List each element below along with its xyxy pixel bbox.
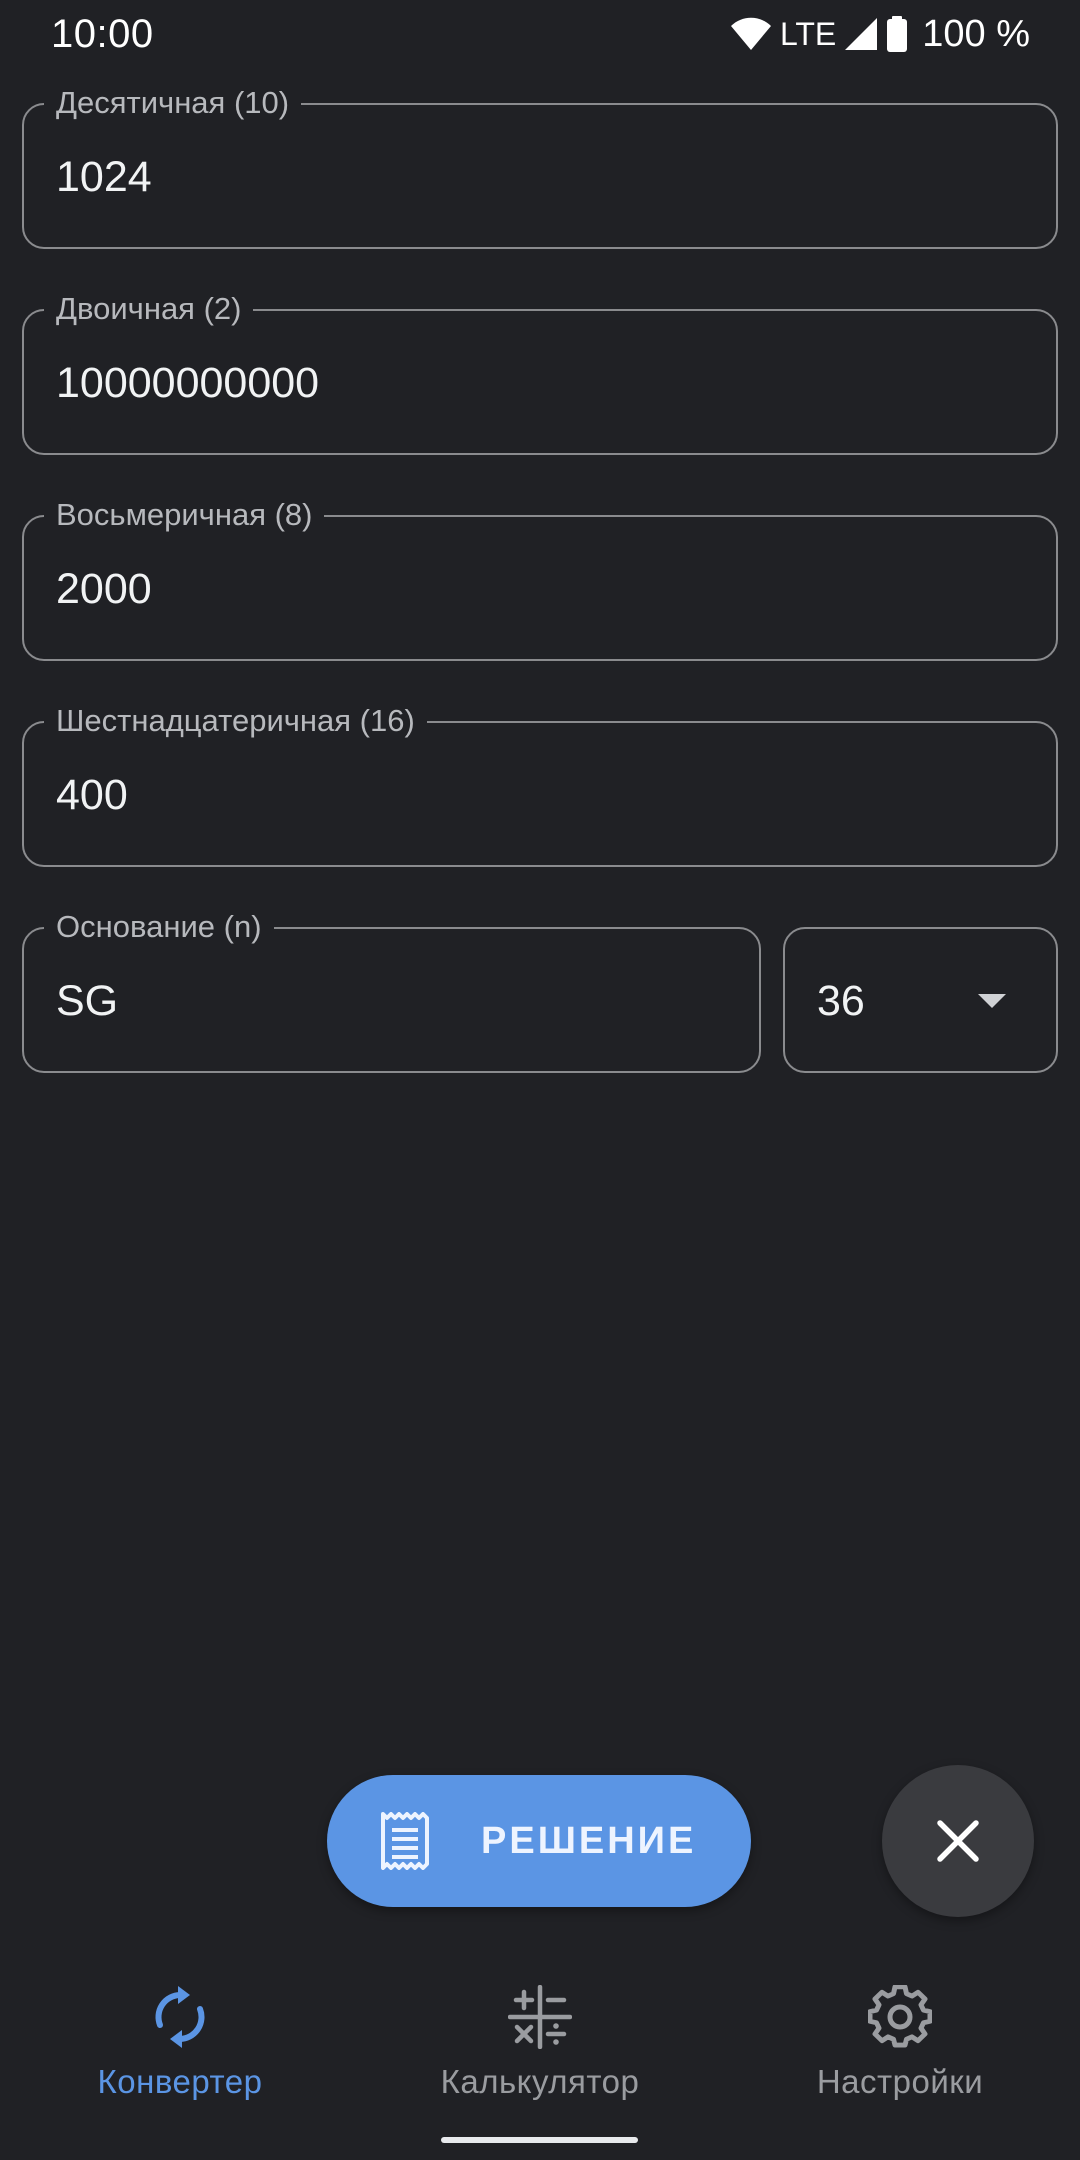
dropdown-arrow-icon — [978, 994, 1006, 1008]
receipt-icon — [381, 1812, 429, 1870]
decimal-field-label: Десятичная (10) — [44, 81, 302, 125]
status-bar: 10:00 LTE 100 % — [0, 0, 1080, 70]
octal-field-label: Восьмеричная (8) — [44, 493, 325, 537]
nav-label-converter: Конвертер — [97, 2063, 263, 2100]
close-icon — [937, 1820, 979, 1862]
solution-button[interactable]: РЕШЕНИЕ — [327, 1775, 751, 1907]
sync-icon — [155, 1986, 205, 2048]
bottom-navigation: Конвертер Калькулятор Настройки — [0, 1970, 1080, 2160]
nav-item-converter[interactable]: Конвертер — [0, 1970, 360, 2120]
cell-signal-icon — [845, 18, 878, 50]
octal-field[interactable]: Восьмеричная (8) 2000 — [22, 493, 1058, 661]
decimal-field[interactable]: Десятичная (10) 1024 — [22, 81, 1058, 249]
hex-input[interactable]: 400 — [56, 769, 128, 821]
nav-label-calculator: Калькулятор — [440, 2063, 640, 2100]
hex-field[interactable]: Шестнадцатеричная (16) 400 — [22, 699, 1058, 867]
wifi-icon — [730, 17, 771, 50]
solution-button-label: РЕШЕНИЕ — [481, 1819, 697, 1862]
custom-base-input[interactable]: SG — [56, 975, 118, 1027]
base-select[interactable]: 36 — [783, 927, 1058, 1073]
close-button[interactable] — [882, 1765, 1034, 1917]
base-select-value: 36 — [817, 977, 865, 1025]
settings-icon — [868, 1985, 932, 2048]
nav-item-settings[interactable]: Настройки — [720, 1970, 1080, 2120]
decimal-input[interactable]: 1024 — [56, 151, 152, 203]
gesture-navigation-bar[interactable] — [441, 2137, 638, 2143]
network-type: LTE — [779, 15, 837, 52]
hex-field-label: Шестнадцатеричная (16) — [44, 699, 427, 743]
binary-field[interactable]: Двоичная (2) 10000000000 — [22, 287, 1058, 455]
nav-label-settings: Настройки — [816, 2063, 984, 2100]
nav-item-calculator[interactable]: Калькулятор — [360, 1970, 720, 2120]
status-time: 10:00 — [51, 12, 154, 56]
octal-input[interactable]: 2000 — [56, 563, 152, 615]
custom-base-field[interactable]: Основание (n) SG — [22, 905, 761, 1073]
battery-icon — [887, 16, 908, 52]
calculator-icon — [508, 1985, 572, 2049]
status-icons: LTE 100 % — [730, 12, 1030, 55]
binary-field-label: Двоичная (2) — [44, 287, 254, 331]
binary-input[interactable]: 10000000000 — [56, 357, 319, 409]
battery-percent: 100 % — [922, 12, 1030, 55]
custom-base-field-label: Основание (n) — [44, 905, 274, 949]
